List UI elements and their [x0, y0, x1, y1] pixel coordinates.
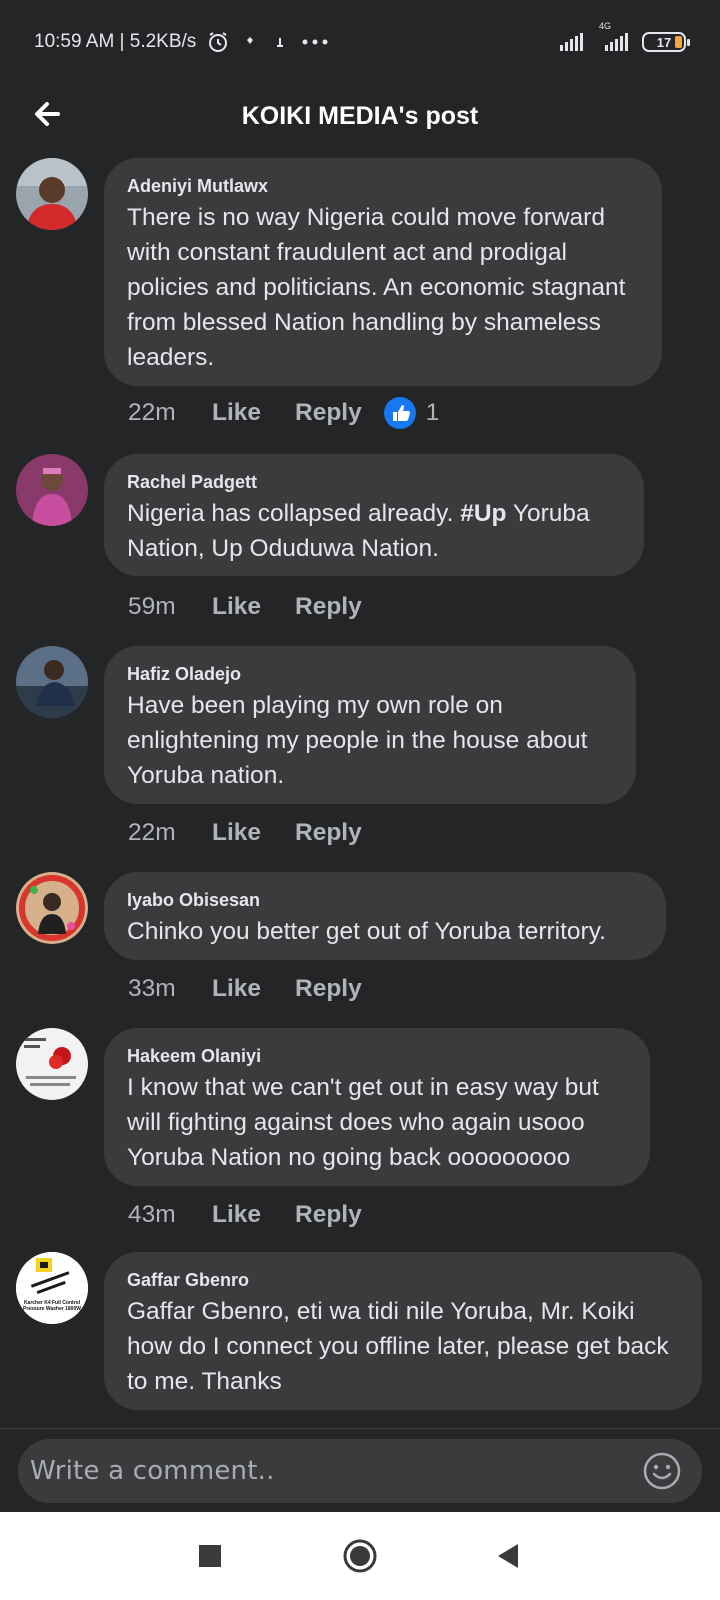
- network-label: 4G: [599, 21, 612, 31]
- like-button[interactable]: Like: [212, 593, 295, 621]
- reaction-count: 1: [425, 399, 440, 426]
- signal-icon: [560, 33, 583, 51]
- comment-text: I know that we can't get out in easy way…: [127, 1074, 599, 1171]
- avatar-caption: Karcher K4 Full Control Pressure Washer …: [23, 1300, 81, 1312]
- comment-actions: 22m Like Reply: [128, 812, 362, 854]
- arrow-left-icon[interactable]: [28, 94, 68, 134]
- battery-icon: 17: [642, 32, 690, 52]
- reply-button[interactable]: Reply: [295, 593, 362, 621]
- comment-composer: Write a comment..: [0, 1428, 720, 1512]
- comment-time[interactable]: 33m: [128, 975, 212, 1003]
- avatar[interactable]: [16, 454, 88, 526]
- recent-apps-icon[interactable]: [190, 1536, 230, 1576]
- comment-bubble[interactable]: Iyabo Obisesan Chinko you better get out…: [104, 872, 666, 960]
- like-button[interactable]: Like: [212, 975, 295, 1003]
- comment-actions: 43m Like Reply: [128, 1194, 362, 1236]
- more-icon: [302, 39, 328, 45]
- avatar[interactable]: Karcher K4 Full Control Pressure Washer …: [16, 1252, 88, 1324]
- reply-button[interactable]: Reply: [295, 1201, 362, 1229]
- comment-bubble[interactable]: Adeniyi Mutlawx There is no way Nigeria …: [104, 158, 662, 386]
- comment-text: Chinko you better get out of Yoruba terr…: [127, 918, 606, 945]
- comment-time[interactable]: 43m: [128, 1201, 212, 1229]
- avatar[interactable]: [16, 872, 88, 944]
- comment-text: Nigeria has collapsed already. #Up Yorub…: [127, 496, 622, 566]
- avatar[interactable]: [16, 158, 88, 230]
- avatar[interactable]: [16, 646, 88, 718]
- reply-button[interactable]: Reply: [295, 399, 362, 427]
- header: KOIKI MEDIA's post: [0, 84, 720, 148]
- status-right: 4G 17: [560, 21, 690, 52]
- reply-button[interactable]: Reply: [295, 819, 362, 847]
- comment-text: There is no way Nigeria could move forwa…: [127, 204, 626, 371]
- smiley-icon[interactable]: [642, 1451, 682, 1491]
- comment-bubble[interactable]: Hafiz Oladejo Have been playing my own r…: [104, 646, 636, 804]
- status-time: 10:59 AM | 5.2KB/s: [34, 31, 197, 52]
- like-button[interactable]: Like: [212, 1201, 295, 1229]
- comment-actions: 59m Like Reply: [128, 586, 362, 628]
- system-nav-bar: [0, 1512, 720, 1600]
- comment-time[interactable]: 22m: [128, 399, 212, 427]
- comment-actions: 33m Like Reply: [128, 968, 362, 1010]
- home-icon[interactable]: [340, 1536, 380, 1576]
- alarm-icon: [209, 32, 228, 52]
- comment-text: Have been playing my own role on enlight…: [127, 692, 588, 789]
- comment-time[interactable]: 22m: [128, 819, 212, 847]
- like-button[interactable]: Like: [212, 819, 295, 847]
- like-button[interactable]: Like: [212, 399, 295, 427]
- reply-button[interactable]: Reply: [295, 975, 362, 1003]
- battery-level: 17: [656, 34, 672, 50]
- status-left: 10:59 AM | 5.2KB/s: [34, 30, 330, 54]
- avatar[interactable]: [16, 1028, 88, 1100]
- notification-icon: [247, 37, 254, 44]
- signal-4g-group: 4G: [597, 21, 628, 51]
- thumbs-up-icon: [383, 397, 416, 429]
- comment-time[interactable]: 59m: [128, 593, 212, 621]
- comment-text: Gaffar Gbenro, eti wa tidi nile Yoruba, …: [127, 1298, 669, 1395]
- comment-author[interactable]: Iyabo Obisesan: [127, 888, 644, 912]
- battery-fill: [675, 36, 682, 48]
- comment-author[interactable]: Gaffar Gbenro: [127, 1268, 680, 1292]
- comment-input-placeholder: Write a comment..: [30, 1456, 275, 1486]
- comment-author[interactable]: Hafiz Oladejo: [127, 662, 614, 686]
- comment-author[interactable]: Hakeem Olaniyi: [127, 1044, 628, 1068]
- signal-icon: [605, 33, 628, 51]
- comment-input[interactable]: Write a comment..: [18, 1439, 702, 1503]
- notification-icon: [277, 38, 284, 47]
- comment-list[interactable]: Adeniyi Mutlawx There is no way Nigeria …: [0, 158, 720, 1430]
- reaction-summary[interactable]: 1: [383, 397, 440, 429]
- page-title: KOIKI MEDIA's post: [241, 101, 479, 130]
- comment-text-part: Nigeria has collapsed already.: [127, 500, 461, 527]
- comment-author[interactable]: Rachel Padgett: [127, 470, 622, 494]
- comment-bubble[interactable]: Gaffar Gbenro Gaffar Gbenro, eti wa tidi…: [104, 1252, 702, 1410]
- status-bar: 10:59 AM | 5.2KB/s 4G 17: [0, 0, 720, 84]
- comment-bubble[interactable]: Rachel Padgett Nigeria has collapsed alr…: [104, 454, 644, 576]
- comment-author[interactable]: Adeniyi Mutlawx: [127, 174, 640, 198]
- comment-actions: 22m Like Reply 1: [128, 392, 439, 434]
- hashtag-link[interactable]: #Up: [460, 500, 506, 527]
- comment-bubble[interactable]: Hakeem Olaniyi I know that we can't get …: [104, 1028, 650, 1186]
- back-icon[interactable]: [488, 1536, 528, 1576]
